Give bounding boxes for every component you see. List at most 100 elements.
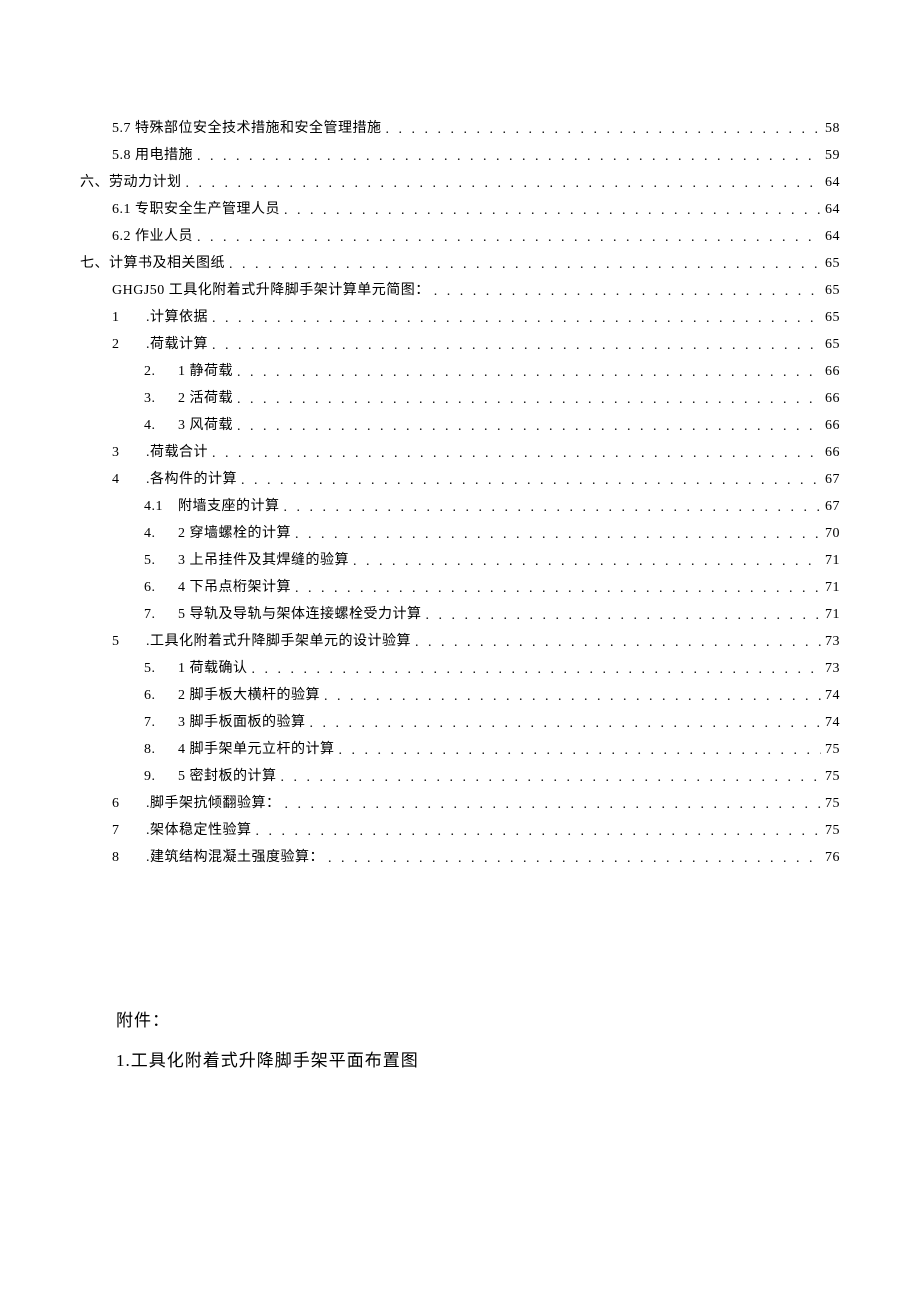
toc-page-number: 70 [825,520,840,547]
toc-label: .工具化附着式升降脚手架单元的设计验算 [146,628,411,655]
toc-number: 2 [112,331,146,358]
toc-number: 1 [112,304,146,331]
toc-entry: 5.3 上吊挂件及其焊缝的验算 71 [80,547,840,574]
toc-page-number: 64 [825,223,840,250]
toc-number: 5. [144,547,178,574]
toc-label: 附墙支座的计算 [178,493,280,520]
toc-label: .建筑结构混凝土强度验算： [146,844,324,871]
toc-leader-dots [426,602,822,629]
appendix-section: 附件： 1.工具化附着式升降脚手架平面布置图 [80,1001,840,1081]
toc-number: 7. [144,601,178,628]
toc-page-number: 59 [825,142,840,169]
toc-leader-dots [229,251,821,278]
toc-number: 8 [112,844,146,871]
toc-leader-dots [212,305,821,332]
toc-label: 5.8 用电措施 [112,142,193,169]
toc-page-number: 58 [825,115,840,142]
toc-label: 4 下吊点桁架计算 [178,574,291,601]
toc-label: 2 脚手板大横杆的验算 [178,682,320,709]
toc-label: 3 上吊挂件及其焊缝的验算 [178,547,349,574]
toc-leader-dots [415,629,821,656]
toc-entry: 4.2 穿墙螺栓的计算 70 [80,520,840,547]
toc-label: 1 荷载确认 [178,655,248,682]
toc-entry: 七、计算书及相关图纸65 [80,250,840,277]
toc-entry: 6.2 脚手板大横杆的验算 74 [80,682,840,709]
toc-page-number: 75 [825,763,840,790]
toc-leader-dots [197,143,821,170]
toc-number: 5 [112,628,146,655]
toc-leader-dots [256,818,822,845]
toc-number: 4. [144,412,178,439]
toc-leader-dots [339,737,822,764]
toc-number: 6. [144,574,178,601]
toc-page-number: 71 [825,574,840,601]
toc-page-number: 66 [825,358,840,385]
toc-entry: 5.1 荷载确认73 [80,655,840,682]
toc-page-number: 76 [825,844,840,871]
toc-number: 6 [112,790,146,817]
toc-label: .各构件的计算 [146,466,237,493]
toc-leader-dots [328,845,821,872]
toc-entry: 6.脚手架抗倾翻验算： 75 [80,790,840,817]
toc-entry: 六、劳动力计划64 [80,169,840,196]
toc-number: 3 [112,439,146,466]
toc-entry: 5.工具化附着式升降脚手架单元的设计验算73 [80,628,840,655]
toc-label: 6.2 作业人员 [112,223,193,250]
toc-number: 3. [144,385,178,412]
toc-page-number: 65 [825,250,840,277]
toc-leader-dots [237,413,821,440]
toc-leader-dots [237,359,821,386]
toc-page-number: 71 [825,547,840,574]
toc-page-number: 64 [825,196,840,223]
toc-entry: 6.2 作业人员 64 [80,223,840,250]
toc-label: 5 导轨及导轨与架体连接螺栓受力计算 [178,601,422,628]
toc-label: GHGJ50 工具化附着式升降脚手架计算单元简图： [112,277,430,304]
toc-page-number: 74 [825,682,840,709]
toc-label: .脚手架抗倾翻验算： [146,790,281,817]
toc-entry: 4.3 风荷载66 [80,412,840,439]
toc-entry: 8.4 脚手架单元立杆的计算75 [80,736,840,763]
toc-page-number: 75 [825,790,840,817]
toc-entry: 6.1 专职安全生产管理人员64 [80,196,840,223]
toc-entry: 9.5 密封板的计算75 [80,763,840,790]
toc-page-number: 66 [825,385,840,412]
toc-page-number: 74 [825,709,840,736]
toc-leader-dots [310,710,822,737]
toc-label: .架体稳定性验算 [146,817,252,844]
toc-label: 1 静荷载 [178,358,233,385]
toc-label: 5 密封板的计算 [178,763,277,790]
toc-page-number: 65 [825,277,840,304]
toc-page-number: 66 [825,439,840,466]
toc-entry: 5.8 用电措施 59 [80,142,840,169]
toc-label: 2 穿墙螺栓的计算 [178,520,291,547]
toc-page-number: 75 [825,817,840,844]
toc-leader-dots [324,683,821,710]
toc-entry: 3.2 活荷载 66 [80,385,840,412]
toc-entry: 5.7 特殊部位安全技术措施和安全管理措施58 [80,115,840,142]
toc-number: 4.1 [144,493,178,520]
toc-label: 六、劳动力计划 [80,169,182,196]
toc-number: 4. [144,520,178,547]
toc-entry: GHGJ50 工具化附着式升降脚手架计算单元简图： 65 [80,277,840,304]
toc-page-number: 67 [825,466,840,493]
appendix-title: 附件： [116,1001,840,1041]
toc-label: 2 活荷载 [178,385,233,412]
toc-entry: 7.3 脚手板面板的验算74 [80,709,840,736]
toc-number: 6. [144,682,178,709]
toc-label: .计算依据 [146,304,208,331]
toc-leader-dots [284,494,822,521]
toc-number: 7 [112,817,146,844]
toc-leader-dots [241,467,821,494]
toc-number: 4 [112,466,146,493]
toc-label: 4 脚手架单元立杆的计算 [178,736,335,763]
toc-page-number: 71 [825,601,840,628]
toc-number: 2. [144,358,178,385]
toc-leader-dots [353,548,821,575]
toc-leader-dots [212,440,821,467]
toc-number: 8. [144,736,178,763]
toc-entry: 1.计算依据 65 [80,304,840,331]
toc-page-number: 65 [825,331,840,358]
toc-number: 7. [144,709,178,736]
toc-page-number: 65 [825,304,840,331]
toc-leader-dots [252,656,822,683]
